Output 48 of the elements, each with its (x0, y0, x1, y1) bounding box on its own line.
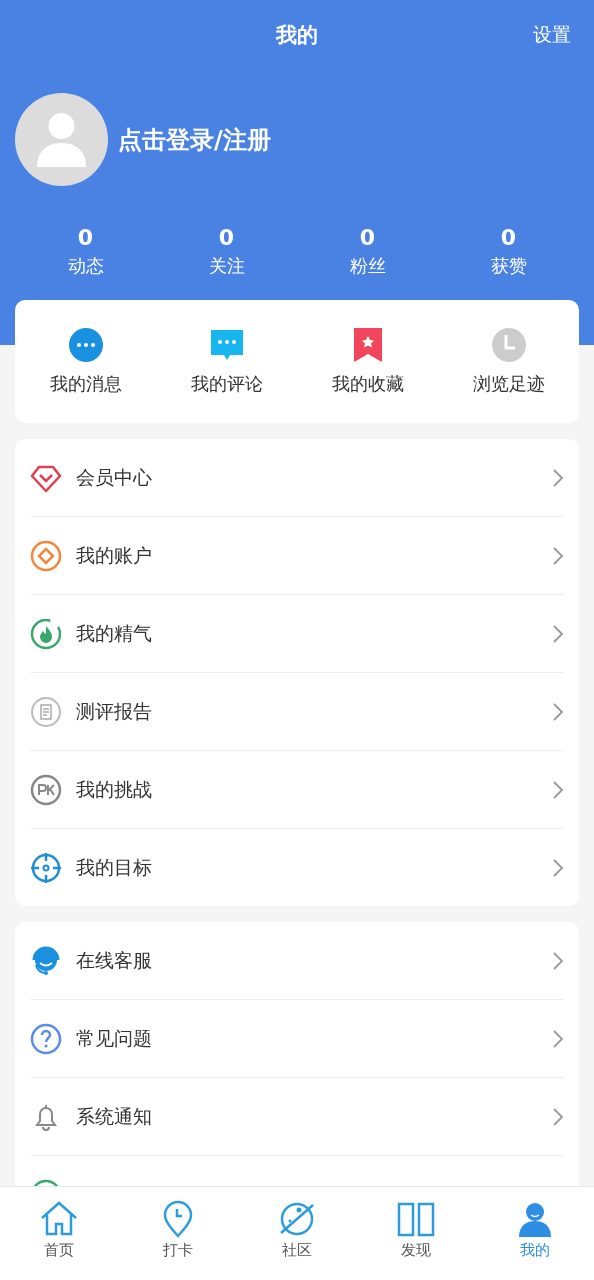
shortcut-label[interactable]: 浏览足迹 (472, 372, 545, 396)
chevron-icon (552, 701, 564, 722)
stat-label[interactable]: 粉丝 (349, 252, 386, 280)
tab-label[interactable]: 我的 (519, 1241, 550, 1260)
tab-label[interactable]: 首页 (44, 1241, 75, 1260)
shortcut-label[interactable]: 我的评论 (190, 372, 263, 396)
menu-item-label[interactable]: 在线客服 (76, 947, 538, 974)
chevron-icon (552, 545, 564, 566)
stat-label[interactable]: 关注 (208, 252, 245, 280)
chevron-icon (552, 467, 564, 488)
settings-link[interactable]: 设置 (533, 22, 571, 48)
tab-label[interactable]: 发现 (400, 1241, 431, 1260)
chevron-icon (552, 1106, 564, 1127)
shortcut-label[interactable]: 我的收藏 (331, 372, 404, 396)
stat-count[interactable]: 0 (218, 224, 235, 252)
menu-item-label[interactable]: 常见问题 (76, 1025, 538, 1052)
chevron-icon (552, 1028, 564, 1049)
chevron-icon (552, 857, 564, 878)
crosshair-icon (30, 851, 62, 884)
chevron-icon (552, 623, 564, 644)
stat-count[interactable]: 0 (77, 224, 94, 252)
menu-item-label[interactable]: 系统通知 (76, 1103, 538, 1130)
login-link[interactable]: 点击登录/注册 (118, 123, 271, 156)
stat-count[interactable]: 0 (359, 224, 376, 252)
chevron-icon (552, 950, 564, 971)
pk-icon (30, 773, 62, 806)
menu-item-label[interactable]: 我的精气 (76, 620, 538, 647)
tab-label[interactable]: 打卡 (163, 1241, 194, 1260)
question-icon (30, 1022, 62, 1055)
document-icon (30, 695, 62, 728)
clock-icon (490, 327, 527, 363)
menu-item-label[interactable]: 我的账户 (76, 542, 538, 569)
menu-item-label[interactable]: 测评报告 (76, 698, 538, 725)
stat-label[interactable]: 动态 (67, 252, 104, 280)
chat-bubble-icon (67, 327, 104, 363)
menu-item-label[interactable]: 会员中心 (76, 464, 538, 491)
tab-label[interactable]: 社区 (282, 1241, 312, 1260)
menu-item-label[interactable]: 我的目标 (76, 854, 538, 881)
menu-item-label[interactable]: 我的挑战 (76, 776, 538, 803)
avatar-icon[interactable] (15, 93, 108, 186)
flame-icon (30, 617, 62, 650)
page-title: 我的 (276, 22, 318, 49)
chevron-icon (552, 779, 564, 800)
shortcut-label[interactable]: 我的消息 (49, 372, 122, 396)
stat-count[interactable]: 0 (500, 224, 517, 252)
stat-label[interactable]: 获赞 (490, 252, 527, 280)
headset-icon (30, 944, 62, 977)
coin-icon (30, 539, 62, 572)
